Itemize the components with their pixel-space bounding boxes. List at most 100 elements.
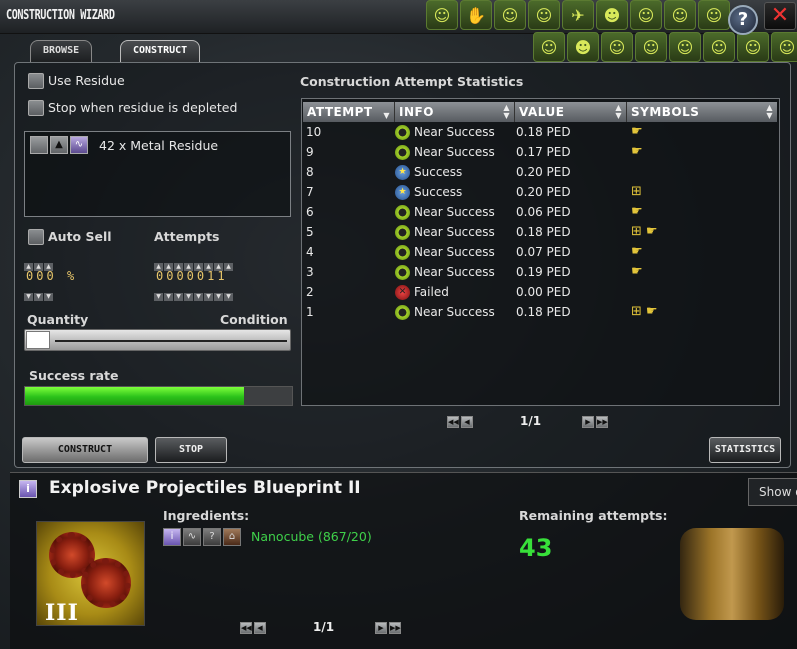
auto-sell-checkbox[interactable] xyxy=(28,229,44,245)
attempt-info-text: Success xyxy=(414,185,463,199)
quantity-condition-slider[interactable] xyxy=(24,329,291,351)
table-row[interactable]: 10 Near Success 0.18 PED ☛ xyxy=(303,122,777,142)
table-row[interactable]: 4 Near Success 0.07 PED ☛ xyxy=(303,242,777,262)
failed-icon: ✕ xyxy=(395,284,410,300)
emote-bottom-2-icon[interactable]: ☺ xyxy=(601,32,633,62)
tab-construct[interactable]: CONSTRUCT xyxy=(120,40,201,62)
column-header-symbols[interactable]: SYMBOLS ▲ ▼ xyxy=(627,102,777,122)
hand-point-icon: ☛ xyxy=(631,144,643,159)
sort-icon: ▲ ▼ xyxy=(766,103,773,120)
last-page-icon[interactable]: ▶▶ xyxy=(389,622,401,634)
emote-bottom-6-icon[interactable]: ☺ xyxy=(737,32,769,62)
blueprint-pager-next: ▶ ▶▶ xyxy=(375,622,401,634)
emote-top-7-icon[interactable]: ☺ xyxy=(664,0,696,30)
attempt-value: 0.17 PED xyxy=(516,145,571,159)
near-success-icon xyxy=(395,204,410,220)
blueprint-plus-icon: ⊞ xyxy=(631,224,642,239)
hand-point-icon: ☛ xyxy=(631,204,643,219)
near-success-icon xyxy=(395,264,410,280)
attempt-symbols: ☛ xyxy=(627,262,777,282)
success-rate-fill xyxy=(25,387,244,405)
residue-chart-icon[interactable]: ∿ xyxy=(70,136,88,154)
column-header-value[interactable]: VALUE ▲ ▼ xyxy=(515,102,627,122)
ingredient-info-icon[interactable]: i xyxy=(163,528,181,546)
first-page-icon[interactable]: ◀◀ xyxy=(240,622,252,634)
auto-sell-value: 000 xyxy=(26,269,57,283)
emote-bottom-3-icon[interactable]: ☺ xyxy=(635,32,667,62)
attempts-value: 0000011 xyxy=(156,269,228,283)
emote-bottom-1-icon[interactable]: ☻ xyxy=(567,32,599,62)
attempts-down-arrows[interactable]: ▼ ▼ ▼ ▼ ▼ ▼ ▼ ▼ xyxy=(154,287,234,301)
next-page-icon[interactable]: ▶ xyxy=(582,416,594,428)
blueprint-image: III xyxy=(36,521,145,626)
table-row[interactable]: 7 ★ Success 0.20 PED ⊞ xyxy=(303,182,777,202)
close-button[interactable]: ✕ xyxy=(764,2,796,30)
emote-top-3-icon[interactable]: ☺ xyxy=(528,0,560,30)
stats-table-body: 10 Near Success 0.18 PED ☛ 9 Near Success 0.17… xyxy=(303,122,777,322)
emote-bottom-4-icon[interactable]: ☺ xyxy=(669,32,701,62)
attempt-value: 0.18 PED xyxy=(516,305,571,319)
help-icon[interactable]: ? xyxy=(728,5,758,35)
ingredient-chart-icon[interactable]: ∿ xyxy=(183,528,201,546)
emote-top-0-icon[interactable]: ☺ xyxy=(426,0,458,30)
stats-page-indicator: 1/1 xyxy=(520,414,542,428)
attempt-info: Near Success xyxy=(395,262,515,282)
attempt-value: 0.19 PED xyxy=(516,265,571,279)
emote-top-2-icon[interactable]: ☺ xyxy=(494,0,526,30)
emote-top-5-icon[interactable]: ☻ xyxy=(596,0,628,30)
blueprint-info-icon[interactable]: i xyxy=(19,480,37,498)
attempt-info: Near Success xyxy=(395,202,515,222)
attempt-number: 5 xyxy=(306,225,314,239)
prev-page-icon[interactable]: ◀ xyxy=(254,622,266,634)
first-page-icon[interactable]: ◀◀ xyxy=(447,416,459,428)
construct-button[interactable]: CONSTRUCT xyxy=(22,437,148,463)
near-success-icon xyxy=(395,244,410,260)
prev-page-icon[interactable]: ◀ xyxy=(461,416,473,428)
ingredient-help-icon[interactable]: ? xyxy=(203,528,221,546)
quantity-label: Quantity xyxy=(27,312,89,327)
column-header-info[interactable]: INFO ▲ ▼ xyxy=(395,102,515,122)
slider-track xyxy=(55,340,287,342)
emote-bottom-0-icon[interactable]: ☺ xyxy=(533,32,565,62)
attempt-value: 0.00 PED xyxy=(516,285,571,299)
tab-browse[interactable]: BROWSE xyxy=(30,40,93,62)
emote-top-1-icon[interactable]: ✋ xyxy=(460,0,492,30)
table-row[interactable]: 9 Near Success 0.17 PED ☛ xyxy=(303,142,777,162)
use-residue-checkbox[interactable] xyxy=(28,73,44,89)
emote-top-6-icon[interactable]: ☺ xyxy=(630,0,662,30)
table-row[interactable]: 1 Near Success 0.18 PED ⊞ ☛ xyxy=(303,302,777,322)
emote-top-4-icon[interactable]: ✈ xyxy=(562,0,594,30)
auto-sell-unit: % xyxy=(67,269,78,283)
emote-bottom-5-icon[interactable]: ☺ xyxy=(703,32,735,62)
emote-bar-bottom: ☺ ☻ ☺ ☺ ☺ ☺ ☺ ☺ xyxy=(533,32,797,62)
success-rate-label: Success rate xyxy=(29,368,119,383)
attempt-info-text: Near Success xyxy=(414,225,495,239)
column-header-attempt[interactable]: ATTEMPT ▼ xyxy=(303,102,395,122)
ingredient-item-icon[interactable]: ⌂ xyxy=(223,528,241,546)
stop-button[interactable]: STOP xyxy=(155,437,227,463)
construction-machine-image xyxy=(680,528,784,620)
hand-point-icon: ☛ xyxy=(645,224,658,239)
table-row[interactable]: 5 Near Success 0.18 PED ⊞ ☛ xyxy=(303,222,777,242)
ingredients-label: Ingredients: xyxy=(163,508,250,523)
next-page-icon[interactable]: ▶ xyxy=(375,622,387,634)
near-success-icon xyxy=(395,224,410,240)
near-success-icon xyxy=(395,304,410,320)
table-row[interactable]: 2 ✕ Failed 0.00 PED xyxy=(303,282,777,302)
stop-when-depleted-checkbox[interactable] xyxy=(28,100,44,116)
attempt-number: 10 xyxy=(306,125,322,139)
emote-bottom-7-icon[interactable]: ☺ xyxy=(771,32,797,62)
residue-remove-button[interactable] xyxy=(30,136,48,154)
table-row[interactable]: 8 ★ Success 0.20 PED xyxy=(303,162,777,182)
residue-eject-icon[interactable]: ▲ xyxy=(50,136,68,154)
statistics-button[interactable]: STATISTICS xyxy=(709,437,781,463)
slider-thumb[interactable] xyxy=(26,331,50,349)
table-row[interactable]: 3 Near Success 0.19 PED ☛ xyxy=(303,262,777,282)
attempt-info: Near Success xyxy=(395,222,515,242)
emote-top-8-icon[interactable]: ☺ xyxy=(698,0,730,30)
attempt-info: ★ Success xyxy=(395,162,515,182)
column-label: INFO xyxy=(399,105,434,119)
last-page-icon[interactable]: ▶▶ xyxy=(596,416,608,428)
table-row[interactable]: 6 Near Success 0.06 PED ☛ xyxy=(303,202,777,222)
auto-sell-down-arrows[interactable]: ▼ ▼ ▼ xyxy=(24,287,54,301)
